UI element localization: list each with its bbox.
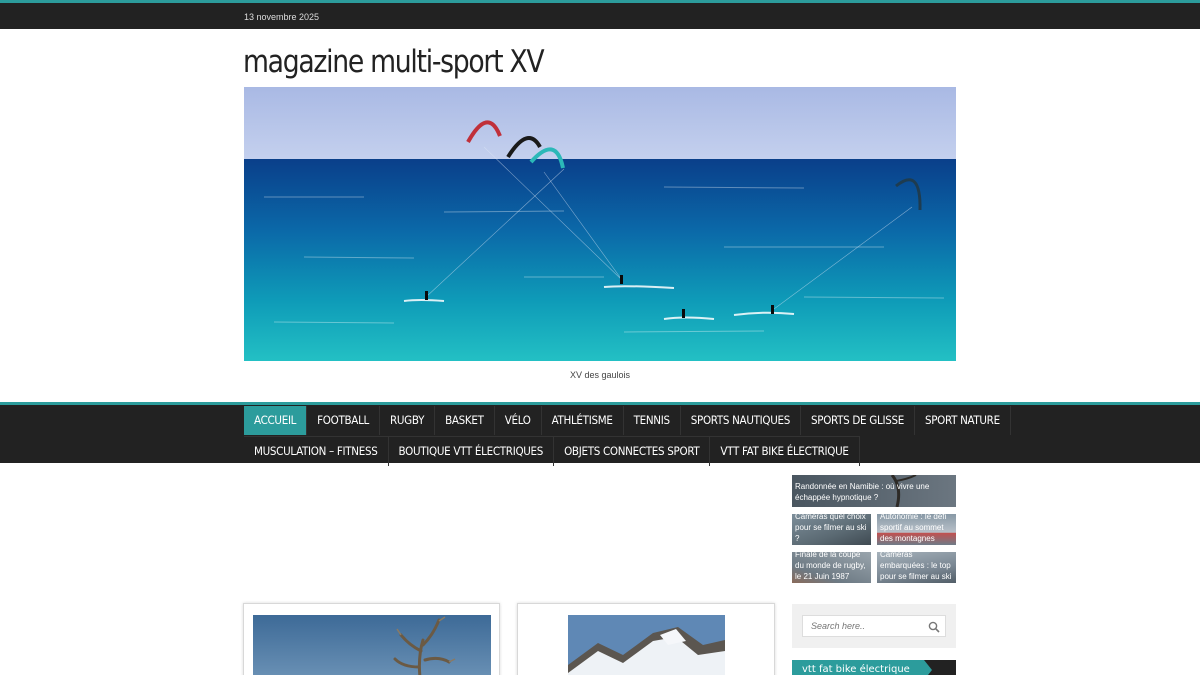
nav-item-basket[interactable]: BASKET — [435, 406, 495, 435]
post-card-image[interactable] — [568, 615, 725, 675]
search-widget — [792, 604, 956, 648]
featured-thumb[interactable]: Caméras embarquées : le top pour se film… — [877, 552, 956, 583]
featured-thumb-title: Autonomie : le défi sportif au sommet de… — [880, 514, 947, 543]
header-caption: XV des gaulois — [569, 370, 631, 380]
post-card[interactable] — [243, 603, 500, 675]
widget-title: vtt fat bike électrique — [792, 660, 932, 675]
nav-item-musculation-fitness[interactable]: MUSCULATION – FITNESS — [244, 437, 389, 466]
featured-thumb-title: Caméras embarquées : le top pour se film… — [880, 552, 952, 581]
featured-thumb-title: Caméras quel choix pour se filmer au ski… — [795, 514, 867, 543]
post-card[interactable] — [517, 603, 775, 675]
nav-item-tennis[interactable]: TENNIS — [624, 406, 681, 435]
top-bar: 13 novembre 2025 — [0, 0, 1200, 29]
search-icon[interactable] — [928, 620, 940, 633]
nav-item-vtt-fat-bike[interactable]: VTT FAT BIKE ÉLECTRIQUE — [710, 437, 860, 466]
nav-item-velo[interactable]: VÉLO — [495, 406, 542, 435]
nav-item-sports-nautiques[interactable]: SPORTS NAUTIQUES — [681, 406, 801, 435]
nav-row-1: ACCUEIL FOOTBALL RUGBY BASKET VÉLO ATHLÉ… — [244, 406, 1011, 435]
nav-item-athletisme[interactable]: ATHLÉTISME — [542, 406, 624, 435]
search-input[interactable] — [802, 615, 946, 637]
nav-item-accueil[interactable]: ACCUEIL — [244, 406, 308, 435]
nav-row-2: MUSCULATION – FITNESS BOUTIQUE VTT ÉLECT… — [244, 436, 860, 466]
nav-item-objets-connectes[interactable]: OBJETS CONNECTES SPORT — [554, 437, 711, 466]
nav-item-sport-nature[interactable]: SPORT NATURE — [915, 406, 1011, 435]
post-card-image[interactable] — [253, 615, 491, 675]
header-banner-image[interactable] — [244, 87, 956, 361]
featured-slider: Randonnée en Namibie : où vivre une écha… — [792, 475, 956, 583]
featured-thumb[interactable]: Autonomie : le défi sportif au sommet de… — [877, 514, 956, 545]
current-date: 13 novembre 2025 — [244, 12, 320, 22]
featured-main-title: Randonnée en Namibie : où vivre une écha… — [795, 482, 930, 502]
main-navigation: ACCUEIL FOOTBALL RUGBY BASKET VÉLO ATHLÉ… — [0, 402, 1200, 466]
nav-item-boutique-vtt[interactable]: BOUTIQUE VTT ÉLECTRIQUES — [389, 437, 555, 466]
sidebar-widget-header: vtt fat bike électrique — [792, 660, 956, 675]
nav-item-football[interactable]: FOOTBALL — [307, 406, 381, 435]
featured-thumb-title: Finale de la coupe du monde de rugby, le… — [795, 552, 866, 581]
nav-item-rugby[interactable]: RUGBY — [380, 406, 436, 435]
nav-item-sports-de-glisse[interactable]: SPORTS DE GLISSE — [801, 406, 915, 435]
featured-thumb[interactable]: Caméras quel choix pour se filmer au ski… — [792, 514, 871, 545]
site-title[interactable]: magazine multi-sport XV — [243, 44, 545, 80]
featured-main-slide[interactable]: Randonnée en Namibie : où vivre une écha… — [792, 475, 956, 507]
featured-thumb[interactable]: Finale de la coupe du monde de rugby, le… — [792, 552, 871, 583]
